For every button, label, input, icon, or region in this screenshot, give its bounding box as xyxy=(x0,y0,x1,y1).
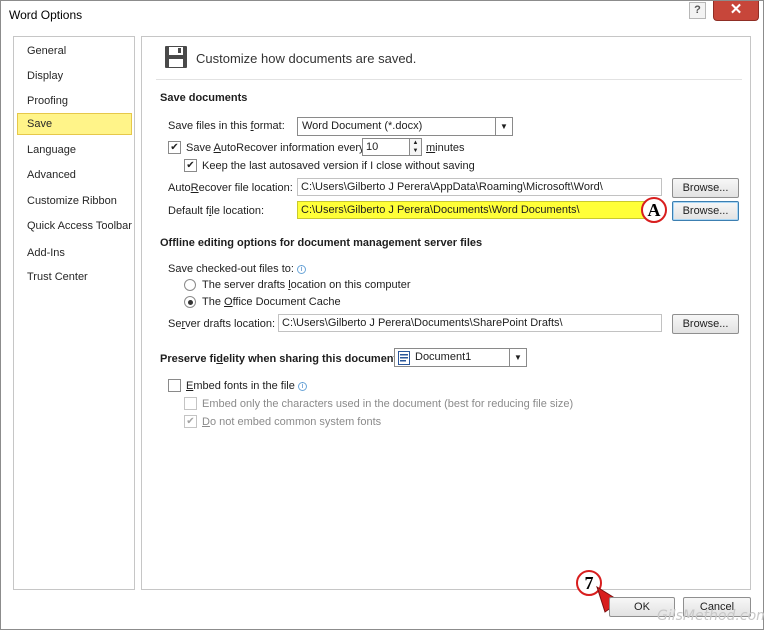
info-icon[interactable]: i xyxy=(297,381,307,391)
nav-item-customize-ribbon[interactable]: Customize Ribbon xyxy=(17,190,132,212)
nav-item-advanced[interactable]: Advanced xyxy=(17,164,132,186)
autorecover-minutes-value: 10 xyxy=(366,141,379,153)
autorecover-label: Save AutoRecover information every xyxy=(186,142,365,154)
nav-item-proofing[interactable]: Proofing xyxy=(17,90,132,112)
save-format-dropdown[interactable]: Word Document (*.docx) ▼ xyxy=(297,117,513,136)
help-button[interactable]: ? xyxy=(689,2,706,19)
callout-a: A xyxy=(641,197,667,223)
watermark: GilsMethod.com xyxy=(657,608,764,624)
nav-item-add-ins[interactable]: Add-Ins xyxy=(17,242,132,264)
autorecover-checkbox[interactable]: ✔ xyxy=(168,141,181,154)
default-location-label: Default file location: xyxy=(168,205,265,217)
keep-last-autosaved-checkbox[interactable]: ✔ xyxy=(184,159,197,172)
info-icon[interactable]: i xyxy=(296,264,306,274)
nav-item-display[interactable]: Display xyxy=(17,65,132,87)
office-cache-option-label: The Office Document Cache xyxy=(202,296,341,308)
default-location-value: C:\Users\Gilberto J Perera\Documents\Wor… xyxy=(301,204,580,216)
nav-item-trust-center[interactable]: Trust Center xyxy=(17,266,132,288)
autorecover-location-input[interactable]: C:\Users\Gilberto J Perera\AppData\Roami… xyxy=(297,178,662,196)
nav-item-quick-access-toolbar[interactable]: Quick Access Toolbar xyxy=(17,215,132,237)
server-drafts-location-label: Server drafts location: xyxy=(168,318,276,330)
keep-last-autosaved-label: Keep the last autosaved version if I clo… xyxy=(202,160,475,172)
panel-header-text: Customize how documents are saved. xyxy=(196,51,417,66)
autorecover-location-label: AutoRecover file location: xyxy=(168,182,293,194)
server-drafts-option-label: The server drafts location on this compu… xyxy=(202,279,411,291)
preserve-fidelity-heading: Preserve fidelity when sharing this docu… xyxy=(160,353,401,365)
close-button[interactable]: ✕ xyxy=(713,1,759,21)
server-drafts-location-input[interactable]: C:\Users\Gilberto J Perera\Documents\Sha… xyxy=(278,314,662,332)
fidelity-document-dropdown[interactable]: Document1 ▼ xyxy=(394,348,527,367)
word-document-icon xyxy=(398,351,410,365)
autorecover-browse-button[interactable]: Browse... xyxy=(672,178,739,198)
save-options-panel: Customize how documents are saved. Save … xyxy=(141,36,751,590)
spin-down-icon[interactable]: ▼ xyxy=(410,147,421,155)
embed-only-used-label: Embed only the characters used in the do… xyxy=(202,398,574,410)
autorecover-minutes-input[interactable]: 10 xyxy=(362,138,410,156)
format-label: Save files in this format: xyxy=(168,120,285,132)
default-location-browse-button[interactable]: Browse... xyxy=(672,201,739,221)
embed-fonts-label: Embed fonts in the file i xyxy=(186,380,307,392)
default-location-input[interactable]: C:\Users\Gilberto J Perera\Documents\Wor… xyxy=(297,201,662,219)
chevron-down-icon: ▼ xyxy=(495,118,512,135)
no-common-fonts-checkbox[interactable]: ✔ xyxy=(184,415,197,428)
server-drafts-location-value: C:\Users\Gilberto J Perera\Documents\Sha… xyxy=(282,317,563,329)
minutes-label: minutes xyxy=(426,142,465,154)
options-nav: General Display Proofing Save Language A… xyxy=(13,36,135,590)
word-options-window: Word Options ? ✕ General Display Proofin… xyxy=(0,0,764,630)
nav-item-general[interactable]: General xyxy=(17,40,132,62)
help-icon: ? xyxy=(694,4,701,16)
chevron-down-icon: ▼ xyxy=(509,349,526,366)
embed-fonts-checkbox[interactable] xyxy=(168,379,181,392)
close-icon: ✕ xyxy=(729,1,743,18)
minutes-spinner[interactable]: ▲ ▼ xyxy=(409,138,422,156)
embed-only-used-checkbox[interactable] xyxy=(184,397,197,410)
header-divider xyxy=(156,79,742,80)
spin-up-icon[interactable]: ▲ xyxy=(410,139,421,147)
autorecover-location-value: C:\Users\Gilberto J Perera\AppData\Roami… xyxy=(301,181,603,193)
save-documents-heading: Save documents xyxy=(160,92,248,104)
no-common-fonts-label: Do not embed common system fonts xyxy=(202,416,382,428)
floppy-disk-icon xyxy=(165,46,187,68)
save-format-value: Word Document (*.docx) xyxy=(302,120,423,132)
office-cache-radio[interactable] xyxy=(184,296,196,308)
server-drafts-radio[interactable] xyxy=(184,279,196,291)
offline-editing-heading: Offline editing options for document man… xyxy=(160,237,483,249)
nav-item-save[interactable]: Save xyxy=(17,113,132,135)
window-title: Word Options xyxy=(9,8,83,22)
fidelity-document-value: Document1 xyxy=(415,351,472,363)
title-bar[interactable]: Word Options ? ✕ xyxy=(1,1,763,29)
nav-item-language[interactable]: Language xyxy=(17,139,132,161)
checked-out-label: Save checked-out files to: i xyxy=(168,263,306,275)
server-drafts-browse-button[interactable]: Browse... xyxy=(672,314,739,334)
